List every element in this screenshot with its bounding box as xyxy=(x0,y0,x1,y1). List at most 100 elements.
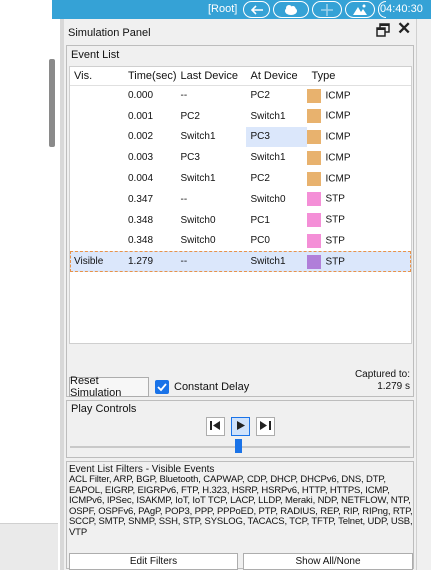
constant-delay-label[interactable]: Constant Delay xyxy=(174,381,249,393)
visible-events-list: ACL Filter, ARP, BGP, Bluetooth, CAPWAP,… xyxy=(69,474,413,538)
type-label: STP xyxy=(325,193,345,205)
last-device-cell: PC3 xyxy=(180,152,200,164)
type-cell: STP xyxy=(307,231,411,252)
column-header-last-device[interactable]: Last Device xyxy=(176,67,247,86)
type-label: ICMP xyxy=(325,173,351,185)
cluster-view-button[interactable] xyxy=(273,1,309,18)
at-device-cell: Switch0 xyxy=(250,193,286,205)
time-cell: 0.348 xyxy=(128,214,154,226)
reset-simulation-button[interactable]: Reset Simulation xyxy=(69,375,149,399)
column-header-at-device[interactable]: At Device xyxy=(246,67,308,86)
captured-to-label: Captured to: xyxy=(354,369,410,380)
show-all-none-button[interactable]: Show All/None xyxy=(243,553,413,570)
type-color-swatch xyxy=(307,192,322,207)
play-button[interactable] xyxy=(231,417,250,436)
move-object-button[interactable] xyxy=(312,1,342,18)
type-label: STP xyxy=(325,256,345,268)
type-cell: ICMP xyxy=(307,106,411,127)
type-color-swatch xyxy=(307,233,322,248)
step-forward-icon xyxy=(260,420,271,433)
play-speed-slider-thumb[interactable] xyxy=(235,439,242,453)
table-row[interactable]: 0.003 PC3 Switch1 ICMP xyxy=(70,147,411,168)
type-cell: ICMP xyxy=(307,147,411,168)
type-color-swatch xyxy=(307,171,322,186)
type-color-swatch xyxy=(307,109,322,124)
time-cell: 0.348 xyxy=(128,235,154,247)
at-device-cell: Switch1 xyxy=(250,152,286,164)
move-cross-icon xyxy=(321,3,333,16)
table-row[interactable]: 0.348 Switch0 PC1 STP xyxy=(70,210,411,231)
type-label: ICMP xyxy=(325,90,351,102)
close-icon[interactable]: ✕ xyxy=(397,20,411,38)
at-device-cell: PC2 xyxy=(250,173,270,185)
at-device-cell: PC0 xyxy=(250,235,270,247)
step-forward-button[interactable] xyxy=(256,417,275,436)
event-table: Vis. Time(sec) Last Device At Device Typ… xyxy=(69,66,412,344)
captured-to-value: 1.279 s xyxy=(377,381,410,392)
at-device-cell: PC2 xyxy=(250,90,270,102)
time-cell: 0.347 xyxy=(128,193,154,205)
type-color-swatch xyxy=(307,88,322,103)
constant-delay-checkbox[interactable] xyxy=(155,380,169,394)
column-header-vis[interactable]: Vis. xyxy=(70,67,122,86)
play-controls-frame: Play Controls xyxy=(66,400,414,458)
event-list-title: Event List xyxy=(71,49,120,61)
vis-cell xyxy=(70,106,122,127)
type-cell: STP xyxy=(307,189,411,210)
event-filters-frame: Event List Filters - Visible Events ACL … xyxy=(66,461,414,570)
last-device-cell: -- xyxy=(180,193,188,205)
time-display: 04:40:30 xyxy=(380,3,423,15)
simulation-panel: Simulation Panel ✕ Event List Vis. Time(… xyxy=(64,19,416,570)
table-row-selected[interactable]: Visible 1.279 -- Switch1 STP xyxy=(70,251,411,273)
type-label: ICMP xyxy=(325,110,351,122)
play-controls-title: Play Controls xyxy=(71,403,137,415)
type-cell: STP xyxy=(307,210,411,231)
vis-cell xyxy=(70,210,122,231)
last-device-cell: -- xyxy=(180,90,188,102)
event-list-controls: Reset Simulation Constant Delay Captured… xyxy=(69,369,412,399)
mountain-image-icon xyxy=(353,4,367,15)
back-arrow-icon xyxy=(250,4,264,15)
time-cell: 0.002 xyxy=(128,131,154,143)
top-toolbar: [Root] 04:40:30 xyxy=(0,0,431,19)
table-row[interactable]: 0.347 -- Switch0 STP xyxy=(70,189,411,210)
vis-cell xyxy=(70,85,122,106)
edit-filters-button[interactable]: Edit Filters xyxy=(69,553,238,570)
at-device-cell: Switch1 xyxy=(246,251,308,273)
time-cell: 0.003 xyxy=(128,152,154,164)
time-cell: 1.279 xyxy=(122,251,177,273)
type-label: ICMP xyxy=(325,131,351,143)
type-cell: ICMP xyxy=(307,168,411,189)
type-cell: STP xyxy=(307,251,411,273)
vis-cell xyxy=(70,168,122,189)
step-back-icon xyxy=(210,420,221,433)
workspace-area xyxy=(0,19,64,570)
vis-cell xyxy=(70,189,122,210)
column-header-type[interactable]: Type xyxy=(307,67,411,86)
time-cell: 0.004 xyxy=(128,173,154,185)
table-row[interactable]: 0.348 Switch0 PC0 STP xyxy=(70,231,411,252)
root-label[interactable]: [Root] xyxy=(208,3,237,15)
type-cell: ICMP xyxy=(307,85,411,106)
table-row[interactable]: 0.002 Switch1 PC3 ICMP xyxy=(70,126,411,148)
column-header-time[interactable]: Time(sec) xyxy=(122,67,177,86)
last-device-cell: Switch1 xyxy=(180,173,216,185)
table-row[interactable]: 0.004 Switch1 PC2 ICMP xyxy=(70,168,411,189)
background-image-button[interactable] xyxy=(345,1,375,18)
type-label: STP xyxy=(325,235,345,247)
step-back-button[interactable] xyxy=(206,417,225,436)
vis-cell xyxy=(70,127,122,148)
toolbar-left-area xyxy=(0,0,52,19)
type-cell: ICMP xyxy=(307,127,411,148)
table-header-row: Vis. Time(sec) Last Device At Device Typ… xyxy=(70,67,411,86)
cloud-network-icon xyxy=(282,4,300,16)
at-device-cell: PC1 xyxy=(250,214,270,226)
vis-cell xyxy=(70,231,122,252)
workspace-scrollbar[interactable] xyxy=(49,59,55,147)
restore-window-icon[interactable] xyxy=(376,23,390,40)
type-label: STP xyxy=(325,214,345,226)
back-arrow-button[interactable] xyxy=(243,1,270,18)
table-row[interactable]: 0.001 PC2 Switch1 ICMP xyxy=(70,106,411,127)
table-row[interactable]: 0.000 -- PC2 ICMP xyxy=(70,85,411,106)
time-cell: 0.000 xyxy=(128,90,154,102)
